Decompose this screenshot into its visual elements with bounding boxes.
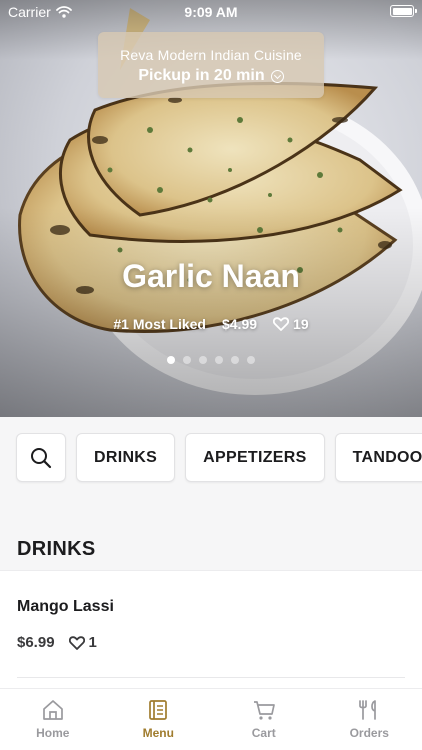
menu-item-price: $6.99	[17, 634, 55, 651]
menu-item-meta: $6.99 1	[17, 634, 97, 651]
carousel-dot[interactable]	[247, 356, 255, 364]
orders-icon	[359, 700, 377, 720]
section-title: DRINKS	[17, 538, 96, 560]
pickup-time: Pickup in 20 min	[98, 67, 324, 85]
category-chip-tandoor[interactable]: TANDOOR	[334, 433, 422, 482]
tab-menu-label: Menu	[142, 726, 174, 740]
featured-hero[interactable]: Carrier 9:09 AM Reva Modern Indian Cuisi…	[0, 0, 422, 417]
restaurant-pickup-pill[interactable]: Reva Modern Indian Cuisine Pickup in 20 …	[98, 32, 324, 98]
menu-item-likes[interactable]: 1	[68, 634, 97, 651]
tab-cart-label: Cart	[251, 726, 276, 740]
category-chip-appetizers[interactable]: APPETIZERS	[185, 433, 325, 482]
pickup-label: Pickup in 20 min	[138, 67, 265, 84]
category-bar: DRINKS APPETIZERS TANDOOR DRINKS	[0, 417, 422, 570]
featured-likes-count: 19	[293, 316, 309, 332]
featured-dish-title: Garlic Naan	[122, 258, 300, 294]
carousel-dot[interactable]	[199, 356, 207, 364]
status-bar: Carrier 9:09 AM	[0, 0, 422, 24]
tab-orders[interactable]: Orders	[317, 689, 422, 750]
featured-badge: #1 Most Liked	[113, 316, 206, 332]
tab-orders-label: Orders	[349, 726, 389, 740]
menu-item-name: Mango Lassi	[17, 598, 114, 615]
featured-likes[interactable]: 19	[273, 316, 309, 332]
carousel-dot[interactable]	[167, 356, 175, 364]
battery-icon	[390, 5, 417, 17]
featured-dish-meta: #1 Most Liked $4.99 19	[0, 316, 422, 332]
category-chip-drinks[interactable]: DRINKS	[76, 433, 176, 482]
category-chips: DRINKS APPETIZERS TANDOOR	[16, 433, 422, 482]
restaurant-name: Reva Modern Indian Cuisine	[120, 47, 302, 63]
tab-home-label: Home	[36, 726, 70, 740]
heart-icon	[273, 317, 290, 331]
home-icon	[42, 700, 63, 720]
clock: 9:09 AM	[184, 4, 238, 20]
featured-price: $4.99	[221, 316, 258, 332]
menu-icon	[149, 700, 168, 720]
heart-icon	[68, 635, 85, 650]
chevron-down-circle-icon	[270, 69, 284, 83]
tab-bar: Home Menu Cart Orders	[0, 688, 422, 750]
carousel-dot[interactable]	[231, 356, 239, 364]
cart-icon	[253, 701, 275, 720]
carousel-dot[interactable]	[215, 356, 223, 364]
tab-cart[interactable]: Cart	[211, 689, 317, 750]
search-button[interactable]	[16, 433, 66, 482]
menu-item-likes-count: 1	[88, 634, 97, 651]
divider	[17, 677, 405, 678]
menu-item[interactable]: Mango Lassi $6.99 1	[0, 570, 422, 678]
tab-home[interactable]: Home	[0, 689, 106, 750]
hero-bottom-shade	[0, 207, 422, 417]
carousel-page-indicator[interactable]	[0, 356, 422, 364]
tab-menu[interactable]: Menu	[106, 689, 212, 750]
search-icon	[31, 447, 52, 468]
carousel-dot[interactable]	[183, 356, 191, 364]
